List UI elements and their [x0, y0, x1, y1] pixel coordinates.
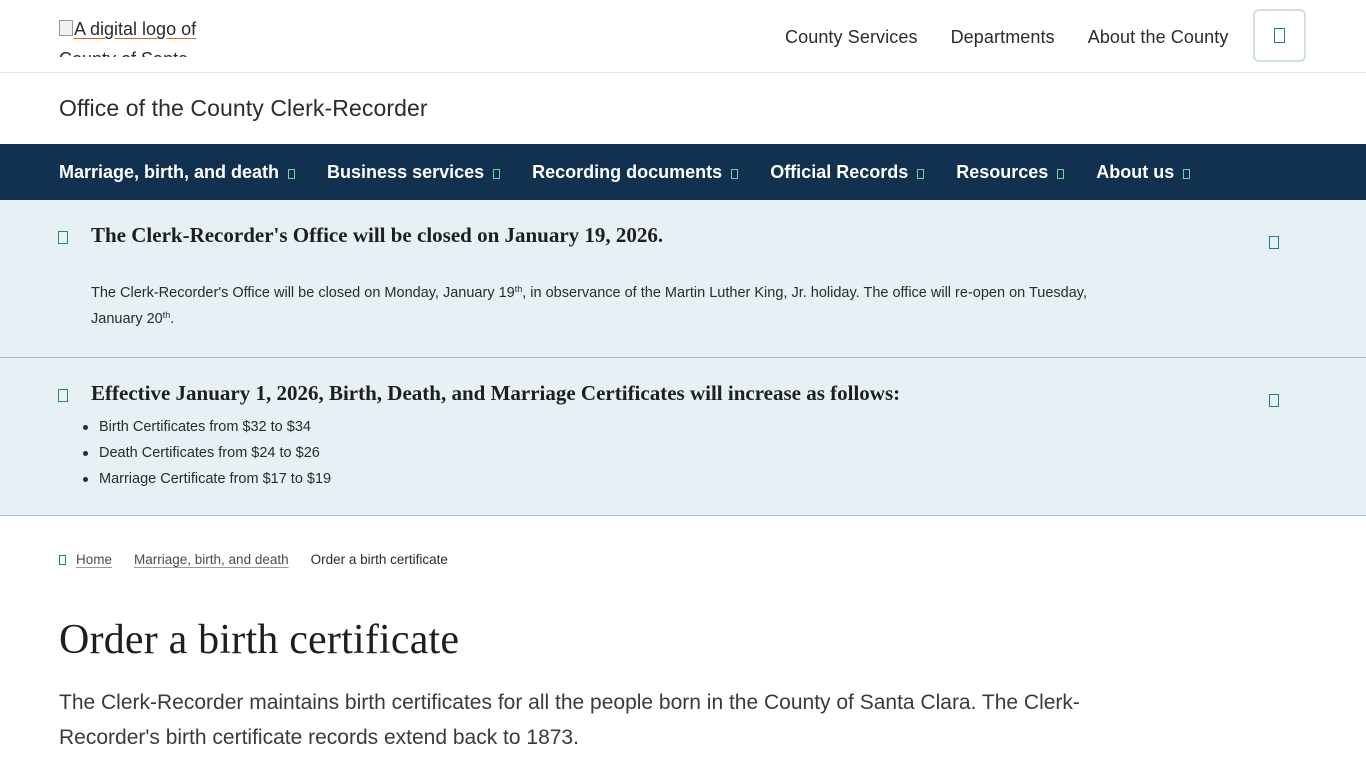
page-intro: The Clerk-Recorder maintains birth certi… — [59, 691, 1080, 749]
alert-icon — [58, 389, 68, 402]
breadcrumb-current: Order a birth certificate — [310, 552, 448, 567]
alert-title: Effective January 1, 2026, Birth, Death,… — [91, 381, 901, 405]
chevron-down-icon — [288, 168, 296, 179]
site-header: A digital logo of County of Santa Clara … — [0, 0, 1366, 73]
page-title: Order a birth certificate — [59, 617, 460, 663]
nav-county-services[interactable]: County Services — [785, 24, 918, 50]
county-logo-link[interactable]: A digital logo of County of Santa Clara — [59, 14, 209, 57]
nav-resources[interactable]: Resources — [956, 161, 1065, 183]
nav-label: Resources — [956, 161, 1049, 182]
list-item: Birth Certificates from $32 to $34 — [82, 414, 331, 440]
nav-about-us[interactable]: About us — [1096, 161, 1191, 183]
menu-icon — [1274, 28, 1285, 43]
alert-office-closure: The Clerk-Recorder's Office will be clos… — [0, 200, 1366, 358]
menu-button[interactable] — [1253, 9, 1306, 62]
close-icon[interactable] — [1269, 236, 1279, 249]
chevron-down-icon — [1183, 168, 1191, 179]
alert-body: The Clerk-Recorder's Office will be clos… — [91, 280, 1091, 332]
chevron-down-icon — [731, 168, 739, 179]
alert-title: The Clerk-Recorder's Office will be clos… — [91, 223, 664, 247]
breadcrumb-parent[interactable]: Marriage, birth, and death — [134, 552, 289, 567]
alert-body-text: The Clerk-Recorder's Office will be clos… — [91, 285, 515, 301]
breadcrumb-home[interactable]: Home — [76, 552, 112, 567]
top-navigation: County Services Departments About the Co… — [785, 24, 1228, 50]
nav-label: Recording documents — [532, 161, 723, 182]
broken-image-icon — [59, 20, 73, 36]
alert-body-text: . — [170, 311, 175, 327]
chevron-down-icon — [917, 168, 925, 179]
alert-icon — [58, 231, 68, 244]
list-item: Death Certificates from $24 to $26 — [82, 440, 331, 466]
chevron-down-icon — [1057, 168, 1065, 179]
nav-label: Marriage, birth, and death — [59, 161, 280, 182]
home-icon — [59, 555, 66, 565]
list-item: Marriage Certificate from $17 to $19 — [82, 466, 331, 492]
nav-business-services[interactable]: Business services — [327, 161, 501, 183]
department-title[interactable]: Office of the County Clerk-Recorder — [59, 95, 428, 122]
nav-about-the-county[interactable]: About the County — [1088, 24, 1229, 50]
nav-label: About us — [1096, 161, 1175, 182]
breadcrumb: Home Marriage, birth, and death Order a … — [59, 552, 448, 567]
nav-label: Official Records — [770, 161, 909, 182]
main-navigation: Marriage, birth, and death Business serv… — [0, 144, 1366, 200]
nav-label: Business services — [327, 161, 485, 182]
alert-fee-increase: Effective January 1, 2026, Birth, Death,… — [0, 358, 1366, 516]
nav-official-records[interactable]: Official Records — [770, 161, 925, 183]
nav-departments[interactable]: Departments — [951, 24, 1055, 50]
fee-list: Birth Certificates from $32 to $34 Death… — [82, 414, 331, 492]
chevron-down-icon — [493, 168, 501, 179]
nav-recording-documents[interactable]: Recording documents — [532, 161, 739, 183]
department-band: Office of the County Clerk-Recorder — [0, 73, 1366, 144]
nav-marriage-birth-death[interactable]: Marriage, birth, and death — [59, 161, 296, 183]
logo-alt-text: A digital logo of County of Santa Clara — [59, 19, 197, 57]
close-icon[interactable] — [1269, 394, 1279, 407]
